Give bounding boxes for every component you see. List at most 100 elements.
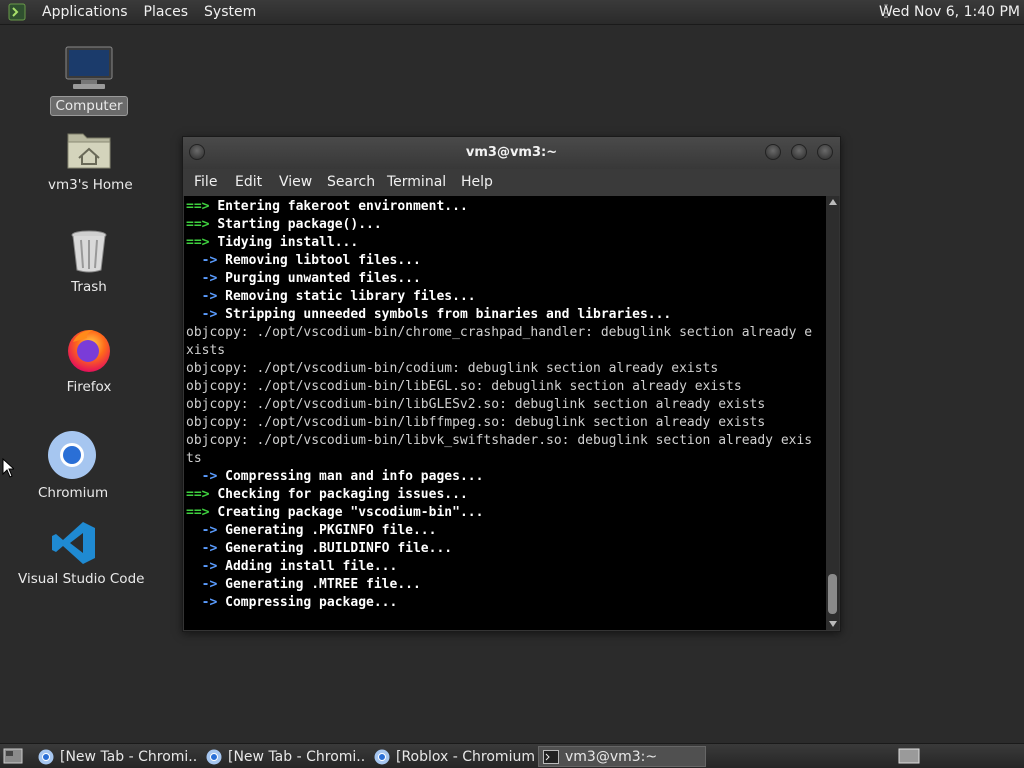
taskbar-item-chromium-2[interactable]: [New Tab - Chromi... (202, 746, 366, 767)
terminal-line: xists (186, 342, 827, 360)
terminal-line-text: objcopy: ./opt/vscodium-bin/codium: debu… (186, 361, 719, 376)
terminal-line: objcopy: ./opt/vscodium-bin/libEGL.so: d… (186, 378, 827, 396)
desktop-icon-label: Computer (50, 96, 128, 116)
terminal-line-text: objcopy: ./opt/vscodium-bin/libvk_swifts… (186, 433, 813, 448)
terminal-line-text: Generating .BUILDINFO file... (225, 541, 453, 556)
terminal-scrollbar[interactable] (826, 196, 839, 630)
terminal-line-text: objcopy: ./opt/vscodium-bin/libGLESv2.so… (186, 397, 766, 412)
home-folder-icon (67, 133, 111, 169)
terminal-line: -> Compressing package... (186, 594, 827, 612)
close-button[interactable] (817, 144, 833, 160)
terminal-line-prefix: -> (186, 289, 226, 304)
terminal-line-text: Entering fakeroot environment... (217, 199, 468, 214)
terminal-line-prefix: -> (186, 271, 226, 286)
taskbar-item-chromium-3[interactable]: [Roblox - Chromium] (370, 746, 534, 767)
firefox-icon (68, 330, 110, 372)
maximize-button[interactable] (791, 144, 807, 160)
terminal-line: ts (186, 450, 827, 468)
terminal-line-prefix: -> (186, 523, 226, 538)
terminal-line: ==> Checking for packaging issues... (186, 486, 827, 504)
taskbar-item-chromium-1[interactable]: [New Tab - Chromi... (34, 746, 198, 767)
scroll-up-icon[interactable] (829, 199, 837, 205)
terminal-line: ==> Starting package()... (186, 216, 827, 234)
terminal-line: ==> Tidying install... (186, 234, 827, 252)
menu-file[interactable]: File (194, 174, 217, 190)
terminal-line: -> Adding install file... (186, 558, 827, 576)
desktop-icon-label: vm3's Home (48, 177, 133, 193)
terminal-line: -> Removing libtool files... (186, 252, 827, 270)
computer-icon (65, 46, 113, 89)
taskbar-item-label: [New Tab - Chromi... (60, 748, 198, 765)
terminal-line: -> Compressing man and info pages... (186, 468, 827, 486)
menu-help[interactable]: Help (461, 174, 493, 190)
terminal-line-text: Purging unwanted files... (225, 271, 421, 286)
places-menu[interactable]: Places (136, 4, 197, 20)
menu-search[interactable]: Search (327, 174, 375, 190)
terminal-line-text: Checking for packaging issues... (217, 487, 468, 502)
menu-view[interactable]: View (279, 174, 312, 190)
window-title: vm3@vm3:~ (465, 145, 558, 160)
terminal-line-prefix: ==> (186, 199, 218, 214)
minimize-button[interactable] (765, 144, 781, 160)
scroll-down-icon[interactable] (829, 621, 837, 627)
terminal-line-text: xists (186, 343, 226, 358)
terminal-line: objcopy: ./opt/vscodium-bin/libffmpeg.so… (186, 414, 827, 432)
desktop-icon-computer[interactable]: Computer (50, 44, 128, 116)
terminal-line: objcopy: ./opt/vscodium-bin/libvk_swifts… (186, 432, 827, 450)
show-desktop-icon (3, 748, 23, 764)
desktop-icon-chromium[interactable]: Chromium (34, 430, 110, 502)
scroll-thumb[interactable] (828, 574, 837, 614)
terminal-line-prefix: ==> (186, 505, 218, 520)
terminal-line-prefix: -> (186, 307, 226, 322)
terminal-line-prefix: -> (186, 253, 226, 268)
terminal-line-text: Adding install file... (225, 559, 398, 574)
terminal-line: -> Stripping unneeded symbols from binar… (186, 306, 827, 324)
taskbar-item-label: [Roblox - Chromium] (396, 748, 534, 765)
terminal-line: ==> Creating package "vscodium-bin"... (186, 504, 827, 522)
system-menu[interactable]: System (196, 4, 264, 20)
main-menu-icon[interactable] (8, 3, 26, 21)
terminal-line: -> Generating .MTREE file... (186, 576, 827, 594)
terminal-line: objcopy: ./opt/vscodium-bin/libGLESv2.so… (186, 396, 827, 414)
terminal-line-text: Tidying install... (217, 235, 359, 250)
terminal-line-text: objcopy: ./opt/vscodium-bin/libffmpeg.so… (186, 415, 766, 430)
desktop-icon-firefox[interactable]: Firefox (50, 326, 128, 396)
taskbar: [New Tab - Chromi... [New Tab - Chromi..… (0, 743, 1024, 768)
vscode-icon (52, 522, 95, 564)
terminal-line-text: objcopy: ./opt/vscodium-bin/libEGL.so: d… (186, 379, 742, 394)
terminal-line: objcopy: ./opt/vscodium-bin/chrome_crash… (186, 324, 827, 342)
workspace-switcher[interactable] (898, 748, 920, 768)
terminal-window: vm3@vm3:~ File Edit View Search Terminal… (182, 136, 841, 632)
terminal-line: -> Purging unwanted files... (186, 270, 827, 288)
desktop-icon-home[interactable]: vm3's Home (44, 128, 134, 194)
terminal-line-prefix: ==> (186, 235, 218, 250)
terminal-line-prefix: -> (186, 559, 226, 574)
desktop-icon-trash[interactable]: Trash (50, 228, 128, 296)
top-panel: Applications Places System Wed Nov 6, 1:… (0, 0, 1024, 25)
terminal-line-prefix: -> (186, 541, 226, 556)
show-desktop-button[interactable] (3, 748, 23, 768)
mouse-cursor-icon (2, 458, 14, 478)
trash-icon (71, 230, 107, 273)
terminal-line-text: Creating package "vscodium-bin"... (217, 505, 484, 520)
desktop-icon-label: Firefox (66, 379, 112, 395)
taskbar-item-terminal[interactable]: vm3@vm3:~ (538, 746, 706, 767)
applications-menu[interactable]: Applications (34, 4, 136, 20)
terminal-line-text: Stripping unneeded symbols from binaries… (225, 307, 672, 322)
terminal-line-text: Compressing man and info pages... (225, 469, 484, 484)
desktop-icon-vscode[interactable]: Visual Studio Code (14, 520, 144, 588)
terminal-line-prefix: -> (186, 469, 226, 484)
chromium-icon (206, 749, 222, 764)
terminal-line: ==> Entering fakeroot environment... (186, 198, 827, 216)
clock[interactable]: Wed Nov 6, 1:40 PM (879, 4, 1020, 20)
window-titlebar[interactable]: vm3@vm3:~ (183, 137, 840, 169)
menu-terminal[interactable]: Terminal (387, 174, 446, 190)
terminal-line-prefix: -> (186, 577, 226, 592)
terminal-line-text: Starting package()... (217, 217, 382, 232)
desktop-icon-label: Trash (71, 279, 107, 295)
terminal-output[interactable]: ==> Entering fakeroot environment... ==> … (184, 196, 827, 630)
terminal-line-text: ts (186, 451, 202, 466)
menu-edit[interactable]: Edit (235, 174, 262, 190)
chromium-icon (374, 749, 390, 764)
desktop-icon-label: Visual Studio Code (18, 571, 145, 587)
